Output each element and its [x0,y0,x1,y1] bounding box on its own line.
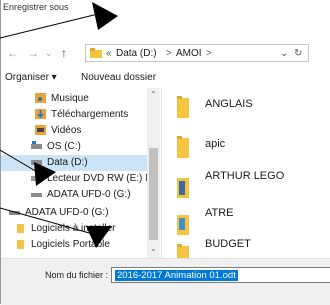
sidebar-item-label: Téléchargements [51,109,129,120]
sidebar-item-label: Vidéos [51,125,82,136]
folder-name: BUDGET [205,238,251,250]
download-icon [35,109,46,119]
music-icon [35,93,46,103]
folder-name: ANGLAIS [205,98,253,110]
recent-locations-icon[interactable]: ⌄ [45,48,53,59]
folder-icon [17,224,24,233]
dialog-title: Enregistrer sous [3,2,69,12]
video-icon [35,125,46,135]
folder-icon [177,215,189,235]
pane-divider[interactable] [161,88,162,258]
forward-arrow-icon[interactable]: → [27,46,39,60]
chevron-down-icon[interactable]: ⌄ [280,48,288,59]
sidebar-item-adata-g-root[interactable]: ADATA UFD-0 (G:) [1,205,147,221]
up-arrow-icon[interactable]: ↑ [61,46,67,60]
folder-icon [177,178,189,198]
sidebar-item-label: Logiciels à installer [31,223,116,234]
folder-name: ARTHUR LEGO [205,170,285,182]
filename-label: Nom du fichier : [45,270,109,280]
usb-icon [9,211,20,215]
new-folder-button[interactable]: Nouveau dossier [81,72,156,83]
scrollbar-thumb[interactable] [149,148,158,240]
sidebar-item-label: Data (D:) [47,157,88,168]
breadcrumb[interactable]: « Data (D:) > AMOI > ⌄ ↻ [85,44,309,62]
sidebar-item-data-d[interactable]: Data (D:) [1,155,147,171]
sidebar-item-telechargements[interactable]: Téléchargements [1,107,147,123]
scroll-up-icon[interactable]: ⌃ [150,90,157,99]
folder-name: apic [205,138,226,150]
folder-icon [177,136,189,158]
folder-item-arthur-lego[interactable]: ARTHUR LEGO [169,170,329,210]
folder-item-anglais[interactable]: ANGLAIS [169,90,329,130]
sidebar-item-adata-g[interactable]: ADATA UFD-0 (G:) [1,187,147,203]
folder-icon [177,96,189,118]
breadcrumb-overflow[interactable]: « [106,48,112,59]
filename-panel: Nom du fichier : 2016-2017 Animation 01.… [1,258,330,305]
scroll-down-icon[interactable]: ⌄ [150,244,157,253]
save-dialog: Enregistrer sous ← → ⌄ ↑ « Data (D:) > A… [0,0,330,305]
back-arrow-icon[interactable]: ← [7,46,19,60]
navigation-pane: Musique Téléchargements Vidéos OS (C:) D… [1,88,161,258]
breadcrumb-data-drive[interactable]: Data (D:) [116,48,157,59]
sidebar-item-label: Musique [51,93,89,104]
drive-icon [31,160,42,165]
drive-icon [31,141,42,149]
sidebar-scrollbar[interactable]: ⌃ ⌄ [147,88,160,258]
breadcrumb-separator: > [166,48,172,59]
breadcrumb-separator[interactable]: > [206,48,212,59]
sidebar-item-label: ADATA UFD-0 (G:) [25,207,109,218]
folder-name: ATRE [205,207,234,219]
sidebar-item-label: Lecteur DVD RW (E:) N [47,173,147,184]
folder-icon [17,240,24,249]
refresh-icon[interactable]: ↻ [294,48,302,59]
address-bar: ← → ⌄ ↑ « Data (D:) > AMOI > ⌄ ↻ [1,40,330,68]
organize-menu-button[interactable]: Organiser ▾ [5,72,57,83]
filename-input[interactable]: 2016-2017 Animation 01.odt [111,267,330,283]
sidebar-item-label: OS (C:) [47,141,81,152]
sidebar-item-musique[interactable]: Musique [1,91,147,107]
folder-icon [90,48,102,58]
usb-icon [31,193,42,197]
breadcrumb-amoi[interactable]: AMOI [176,48,202,59]
toolbar: Organiser ▾ Nouveau dossier [1,68,330,88]
sidebar-item-os-c[interactable]: OS (C:) [1,139,147,155]
sidebar-item-dvd-e[interactable]: Lecteur DVD RW (E:) N [1,171,147,187]
folder-item-apic[interactable]: apic [169,130,329,170]
dvd-icon [31,176,42,181]
sidebar-item-logiciels-portable[interactable]: Logiciels Portable [1,237,147,253]
sidebar-item-label: ADATA UFD-0 (G:) [47,189,131,200]
sidebar-item-videos[interactable]: Vidéos [1,123,147,139]
sidebar-item-logiciels-a-installer[interactable]: Logiciels à installer [1,221,147,237]
filename-value[interactable]: 2016-2017 Animation 01.odt [115,270,238,281]
sidebar-item-label: Logiciels Portable [31,239,110,250]
